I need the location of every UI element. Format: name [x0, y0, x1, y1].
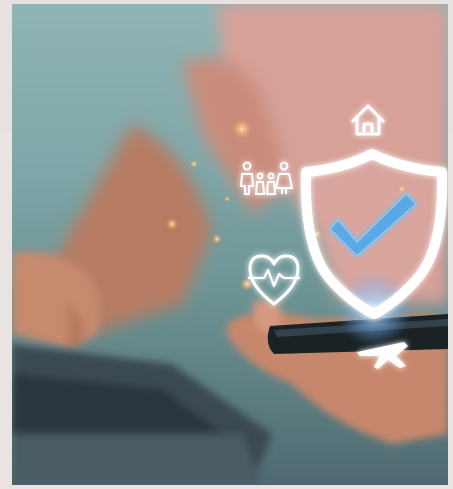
heart-pulse-icon	[248, 254, 300, 306]
insurance-photo	[12, 4, 448, 485]
laptop	[12, 344, 272, 485]
photo-illustration	[12, 4, 448, 485]
photo-frame	[0, 0, 453, 489]
